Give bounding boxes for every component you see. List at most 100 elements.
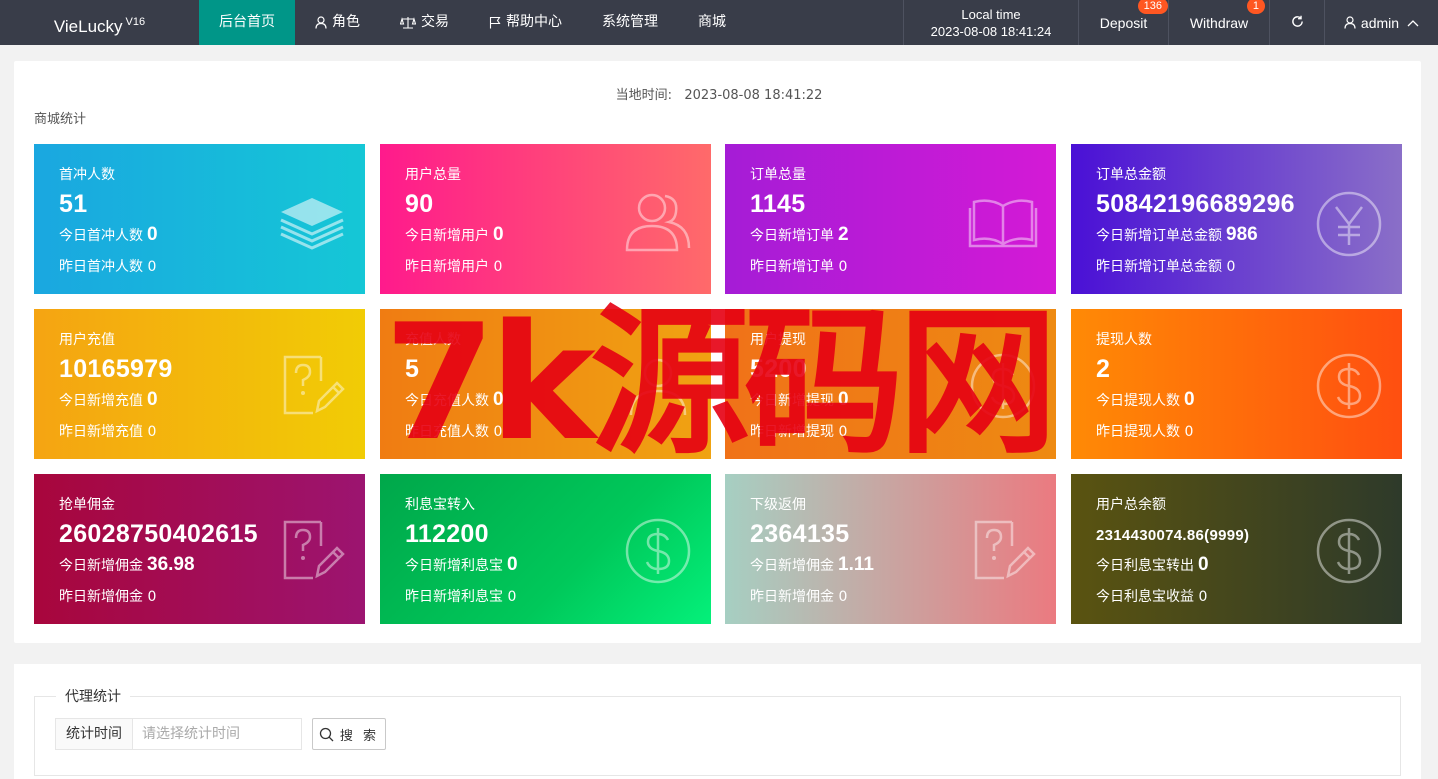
card-value: 5200 [750, 355, 807, 383]
card-today-label: 今日充值人数 [405, 393, 489, 409]
card-label: 订单总金额 [1096, 167, 1166, 183]
dashboard-time-label: 当地时间: [615, 88, 672, 103]
card-yesterday: 昨日新增充值 0 [59, 421, 156, 441]
card-today: 今日新增佣金 36.98 [59, 554, 195, 576]
card-yesterday-value: 0 [1226, 259, 1236, 275]
stat-time-label: 统计时间 [55, 718, 133, 750]
card-first-recharge: 首冲人数 51 今日首冲人数 0 昨日首冲人数 0 [34, 144, 365, 294]
card-today: 今日新增订单总金额 986 [1096, 224, 1258, 246]
card-yesterday-value: 0 [507, 589, 517, 605]
card-today-label: 今日利息宝转出 [1096, 558, 1194, 574]
card-yesterday-label: 昨日充值人数 [405, 424, 489, 440]
refresh-button[interactable] [1269, 0, 1324, 45]
card-yesterday-value: 0 [838, 589, 848, 605]
card-yesterday-value: 0 [493, 259, 503, 275]
card-today-value: 0 [838, 389, 849, 410]
nav-system[interactable]: 系统管理 [582, 0, 678, 45]
card-yesterday: 昨日新增利息宝 0 [405, 586, 516, 606]
card-yesterday-value: 0 [1184, 424, 1194, 440]
card-label: 下级返佣 [750, 497, 806, 513]
card-interest-deposit: 利息宝转入 112200 今日新增利息宝 0 昨日新增利息宝 0 [380, 474, 711, 624]
card-today-value: 36.98 [147, 554, 195, 575]
logo[interactable]: VieLucky V16 [0, 0, 199, 45]
top-navbar: VieLucky V16 后台首页 角色 交易 帮助中心 系统管理 商城 Loc… [0, 0, 1438, 45]
withdraw-label: Withdraw [1189, 14, 1249, 31]
edit-question-icon [974, 520, 1036, 580]
card-yesterday: 昨日新增提现 0 [750, 421, 847, 441]
card-yesterday-label: 昨日新增佣金 [59, 589, 143, 605]
card-label: 用户总余额 [1096, 497, 1166, 513]
card-today-value: 0 [1198, 554, 1209, 575]
card-label: 利息宝转入 [405, 497, 475, 513]
card-withdraw-users: 提现人数 2 今日提现人数 0 昨日提现人数 0 [1071, 309, 1402, 459]
card-total-order-amount: 订单总金额 50842196689296 今日新增订单总金额 986 昨日新增订单… [1071, 144, 1402, 294]
withdraw-badge: 1 [1246, 0, 1265, 14]
card-yesterday-value: 0 [147, 259, 157, 275]
nav-help[interactable]: 帮助中心 [469, 0, 582, 45]
nav-trade[interactable]: 交易 [380, 0, 469, 45]
card-label: 用户提现 [750, 332, 806, 348]
card-label: 首冲人数 [59, 167, 115, 183]
card-yesterday: 昨日首冲人数 0 [59, 256, 156, 276]
card-user-withdraw: 用户提现 5200 今日新增提现 0 昨日新增提现 0 [725, 309, 1056, 459]
card-today-label: 今日新增提现 [750, 393, 834, 409]
card-value: 5 [405, 355, 420, 383]
card-today-value: 0 [147, 389, 158, 410]
card-yesterday: 昨日新增订单总金额 0 [1096, 256, 1235, 276]
card-yesterday-value: 0 [493, 424, 503, 440]
search-button[interactable]: 搜 索 [312, 718, 386, 750]
agent-stats-legend: 代理统计 [56, 686, 130, 706]
card-today: 今日新增订单 2 [750, 224, 849, 246]
nav-shop-label: 商城 [698, 14, 726, 30]
user-menu[interactable]: admin [1324, 0, 1438, 45]
card-yesterday-label: 昨日新增充值 [59, 424, 143, 440]
dollar-icon [625, 518, 691, 584]
card-label: 抢单佣金 [59, 497, 115, 513]
dashboard-local-time: 当地时间: 2023-08-08 18:41:22 [0, 84, 1438, 103]
search-label: 搜 索 [339, 728, 380, 744]
local-time-label: Local time [961, 6, 1021, 22]
scale-icon [400, 16, 416, 29]
dollar-icon [970, 353, 1036, 419]
card-today-value: 986 [1226, 224, 1258, 245]
card-yesterday-label: 昨日新增订单总金额 [1096, 259, 1222, 275]
card-recharge-users: 充值人数 5 今日充值人数 0 昨日充值人数 0 [380, 309, 711, 459]
deposit-label: Deposit [1099, 14, 1148, 31]
card-yesterday-value: 0 [147, 424, 157, 440]
card-user-total-balance: 用户总余额 2314430074.86(9999) 今日利息宝转出 0 今日利息宝… [1071, 474, 1402, 624]
card-today-label: 今日新增充值 [59, 393, 143, 409]
withdraw-button[interactable]: Withdraw 1 [1168, 0, 1269, 45]
card-value: 2314430074.86(9999) [1096, 527, 1250, 544]
card-today: 今日首冲人数 0 [59, 224, 158, 246]
card-today-label: 今日新增佣金 [750, 558, 834, 574]
card-yesterday-label: 昨日提现人数 [1096, 424, 1180, 440]
deposit-button[interactable]: Deposit 136 [1078, 0, 1168, 45]
logo-text: VieLucky [53, 17, 123, 36]
card-value: 2364135 [750, 520, 850, 548]
card-today-label: 今日提现人数 [1096, 393, 1180, 409]
card-value: 50842196689296 [1096, 190, 1295, 218]
card-today-value: 2 [838, 224, 849, 245]
card-value: 1145 [750, 190, 806, 218]
card-yesterday: 昨日新增佣金 0 [59, 586, 156, 606]
card-today-value: 1.11 [838, 554, 874, 575]
nav-home-label: 后台首页 [219, 14, 275, 30]
card-today-label: 今日新增利息宝 [405, 558, 503, 574]
nav-home[interactable]: 后台首页 [199, 0, 295, 45]
stat-time-input[interactable] [132, 718, 302, 750]
card-today-label: 今日首冲人数 [59, 228, 143, 244]
nav-shop[interactable]: 商城 [678, 0, 746, 45]
card-label: 充值人数 [405, 332, 461, 348]
card-today-label: 今日新增订单 [750, 228, 834, 244]
card-today: 今日提现人数 0 [1096, 389, 1195, 411]
card-today: 今日利息宝转出 0 [1096, 554, 1209, 576]
card-yesterday: 昨日提现人数 0 [1096, 421, 1193, 441]
card-yesterday: 昨日新增订单 0 [750, 256, 847, 276]
edit-question-icon [283, 520, 345, 580]
card-value: 90 [405, 190, 434, 218]
nav-roles[interactable]: 角色 [295, 0, 380, 45]
card-yesterday-value: 0 [1198, 589, 1208, 605]
card-label: 用户充值 [59, 332, 115, 348]
card-today-label: 今日新增佣金 [59, 558, 143, 574]
card-today: 今日充值人数 0 [405, 389, 504, 411]
